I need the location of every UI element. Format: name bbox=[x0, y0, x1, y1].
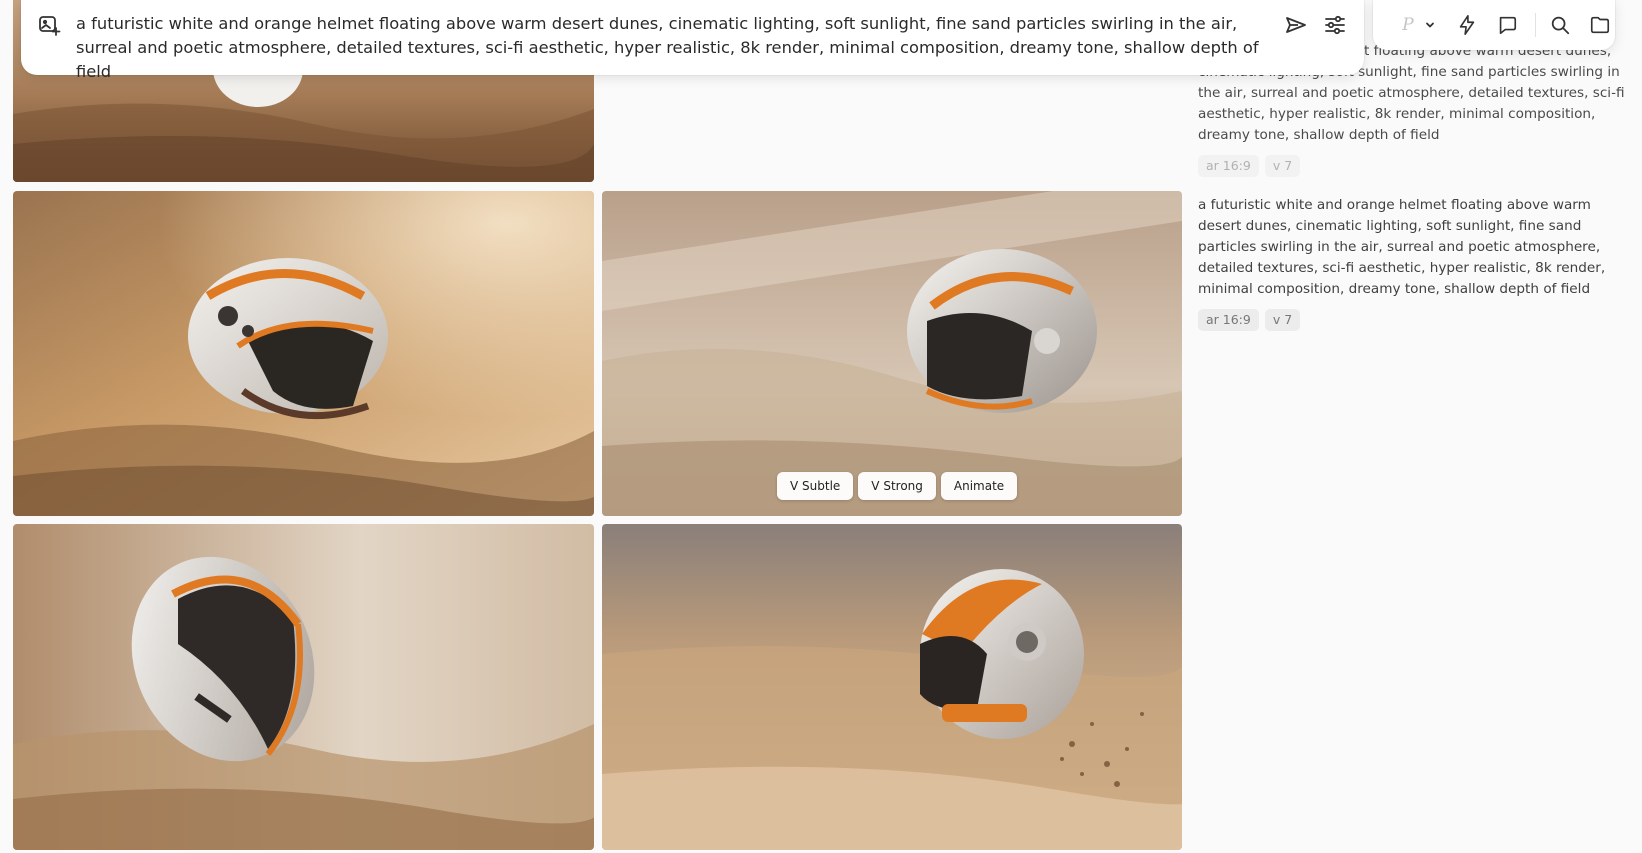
previous-prompt-tags: ar 16:9 v 7 bbox=[1198, 155, 1626, 177]
send-icon[interactable] bbox=[1282, 11, 1310, 39]
settings-sliders-icon[interactable] bbox=[1321, 11, 1349, 39]
version-tag[interactable]: v 7 bbox=[1264, 155, 1301, 177]
vary-strong-button[interactable]: V Strong bbox=[858, 472, 936, 500]
current-prompt-block[interactable]: a futuristic white and orange helmet flo… bbox=[1198, 195, 1626, 331]
image-tile-1[interactable] bbox=[13, 191, 594, 516]
aspect-ratio-tag[interactable]: ar 16:9 bbox=[1198, 309, 1259, 331]
toolbar-divider bbox=[1535, 13, 1536, 37]
tool-bar: P bbox=[1373, 0, 1615, 50]
image-tile-4[interactable] bbox=[602, 524, 1182, 850]
current-prompt-tags: ar 16:9 v 7 bbox=[1198, 309, 1626, 331]
chat-icon[interactable] bbox=[1493, 11, 1521, 39]
animate-button[interactable]: Animate bbox=[940, 472, 1018, 500]
prompt-bar: a futuristic white and orange helmet flo… bbox=[21, 0, 1364, 81]
prompt-input[interactable]: a futuristic white and orange helmet flo… bbox=[76, 12, 1276, 84]
folder-icon[interactable] bbox=[1586, 11, 1614, 39]
image-tile-3[interactable] bbox=[13, 524, 594, 850]
image-prompt-icon[interactable] bbox=[35, 11, 63, 39]
aspect-ratio-tag[interactable]: ar 16:9 bbox=[1198, 155, 1259, 177]
current-prompt-text: a futuristic white and orange helmet flo… bbox=[1198, 197, 1606, 297]
image-hover-actions: V Subtle V Strong Animate bbox=[777, 472, 1018, 500]
image-tile-2[interactable] bbox=[602, 191, 1182, 516]
version-tag[interactable]: v 7 bbox=[1264, 309, 1301, 331]
search-icon[interactable] bbox=[1546, 11, 1574, 39]
page: V Subtle V Strong Animate white and oran… bbox=[0, 0, 1642, 853]
chevron-down-icon[interactable] bbox=[1416, 11, 1444, 39]
lightning-icon[interactable] bbox=[1453, 11, 1481, 39]
vary-subtle-button[interactable]: V Subtle bbox=[777, 472, 854, 500]
personalize-letter: P bbox=[1402, 15, 1414, 35]
